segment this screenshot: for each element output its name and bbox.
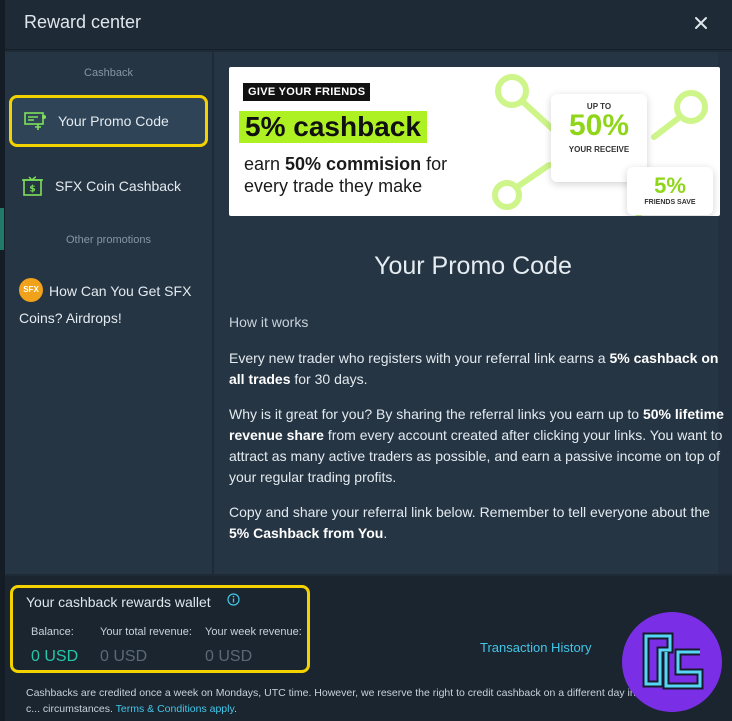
cashback-footnote: Cashbacks are credited once a week on Mo… — [26, 685, 636, 717]
tc-logo-icon — [642, 632, 704, 690]
svg-text:$: $ — [29, 185, 35, 195]
text: for 30 days. — [290, 371, 368, 387]
window-header: Reward center — [5, 0, 732, 50]
banner-subtext: earn 50% commision for every trade they … — [244, 153, 489, 197]
paragraph-2: Why is it great for you? By sharing the … — [229, 404, 725, 488]
text-bold: 5% Cashback from You — [229, 525, 384, 541]
sidebar-section-cashback: Cashback — [84, 67, 133, 79]
wallet-title: Your cashback rewards wallet — [26, 594, 211, 610]
week-revenue-value: 0 USD — [205, 648, 253, 665]
sidebar-item-label: SFX Coin Cashback — [55, 178, 182, 194]
sidebar-item-promo-code[interactable]: Your Promo Code — [9, 95, 208, 147]
scrollbar-track[interactable] — [718, 52, 732, 574]
balance-label: Balance: — [31, 626, 74, 638]
banner-headline: 5% cashback — [239, 111, 427, 143]
sidebar-item-label: Your Promo Code — [58, 113, 169, 129]
paragraph-1: Every new trader who registers with your… — [229, 348, 725, 390]
promo-code-icon — [24, 112, 46, 130]
text: Why is it great for you? By sharing the … — [229, 406, 643, 422]
balance-value: 0 USD — [31, 648, 79, 665]
card-value: 5% — [654, 173, 686, 198]
paragraph-3: Copy and share your referral link below.… — [229, 502, 725, 544]
reward-center-window: Reward center Cashback Your Promo Code $… — [0, 0, 732, 721]
week-revenue-label: Your week revenue: — [205, 626, 302, 638]
page-title: Your Promo Code — [374, 252, 572, 280]
sfx-coin-icon: SFX — [19, 278, 43, 303]
text: Copy and share your referral link below.… — [229, 504, 710, 520]
brand-logo-icon — [622, 612, 722, 712]
card-caption: YOUR RECEIVE — [568, 145, 630, 154]
banner-subtext-prefix: earn — [244, 154, 286, 174]
promo-banner: GIVE YOUR FRIENDS 5% cashback earn 50% c… — [229, 67, 720, 216]
footnote-end: . — [233, 703, 237, 715]
text: . — [383, 525, 388, 541]
total-revenue-value: 0 USD — [100, 648, 148, 665]
sidebar-item-label: How Can You Get SFX Coins? Airdrops! — [19, 283, 192, 326]
sidebar-item-airdrops[interactable]: SFX How Can You Get SFX Coins? Airdrops! — [19, 278, 207, 332]
text: Every new trader who registers with your… — [229, 350, 610, 366]
window-title: Reward center — [24, 12, 142, 32]
sidebar-section-other-promotions: Other promotions — [66, 234, 151, 246]
terms-conditions-link[interactable]: Terms & Conditions apply — [116, 703, 234, 715]
card-caption: FRIENDS SAVE — [644, 199, 696, 206]
banner-subtext-bold: 50% commision — [285, 154, 422, 174]
close-icon[interactable] — [690, 12, 712, 34]
cashback-wallet-box: Your cashback rewards wallet Balance: 0 … — [10, 585, 310, 673]
total-revenue-label: Your total revenue: — [100, 626, 192, 638]
sidebar-item-sfx-coin-cashback[interactable]: $ SFX Coin Cashback — [9, 160, 208, 212]
main-content: GIVE YOUR FRIENDS 5% cashback earn 50% c… — [214, 52, 732, 574]
friends-save-card: 5% FRIENDS SAVE — [627, 167, 713, 215]
background-mark — [0, 208, 4, 250]
info-icon[interactable] — [227, 593, 240, 606]
transaction-history-link[interactable]: Transaction History — [480, 640, 592, 655]
how-it-works-heading: How it works — [229, 314, 309, 330]
sidebar: Cashback Your Promo Code $ SFX Coin Cash… — [5, 52, 212, 574]
sfx-cashback-icon: $ — [22, 176, 43, 196]
banner-tag: GIVE YOUR FRIENDS — [243, 83, 371, 101]
card-value: 50% — [568, 109, 630, 142]
